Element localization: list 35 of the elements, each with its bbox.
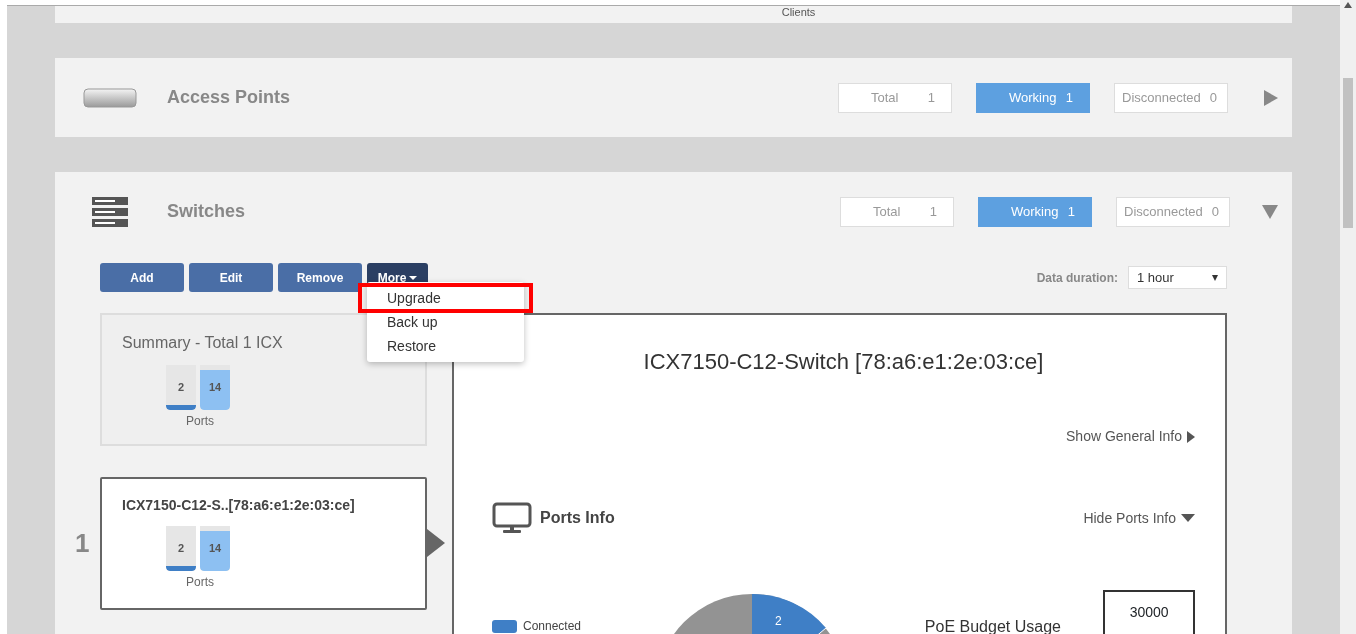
monitor-icon: [492, 502, 532, 534]
show-general-info-link[interactable]: Show General Info: [1066, 426, 1182, 447]
section-title: Access Points: [167, 86, 292, 109]
duration-select[interactable]: 1 hour: [1128, 266, 1227, 289]
pie-slice-label: 2: [775, 613, 782, 630]
triangle-right-icon: [1187, 430, 1195, 443]
ports-info-title: Ports Info: [540, 508, 616, 528]
legend-label: Connected: [523, 618, 582, 634]
triangle-down-icon: [1181, 514, 1195, 522]
device-title: ICX7150-C12-Switch [78:a6:e1:2e:03:ce]: [642, 348, 1045, 376]
ports-caption: Ports: [186, 413, 215, 430]
clients-label: Clients: [781, 6, 816, 18]
device-index: 1: [75, 527, 91, 560]
status-counter[interactable]: Disconnected 0: [1116, 196, 1230, 227]
expand-triangle-icon[interactable]: [1264, 89, 1278, 106]
toolbar-button[interactable]: Add: [100, 263, 184, 292]
server-stack-icon: [91, 195, 129, 228]
collapse-triangle-icon[interactable]: [1262, 204, 1278, 219]
meter-value: 2: [176, 541, 186, 556]
scroll-up-arrow-icon[interactable]: [1344, 2, 1352, 8]
toolbar-button[interactable]: Remove: [278, 263, 362, 292]
duration-label: Data duration:: [1036, 269, 1118, 287]
meter-value: 14: [207, 380, 223, 395]
status-counter[interactable]: Disconnected 0: [1114, 82, 1228, 113]
meter-value: 2: [176, 380, 186, 395]
ports-caption: Ports: [186, 574, 215, 591]
section-title: Switches: [167, 200, 247, 223]
hide-ports-info-link[interactable]: Hide Ports Info: [1083, 507, 1176, 529]
poe-value-field: 30000: [1103, 590, 1195, 634]
toolbar-button[interactable]: Edit: [189, 263, 273, 292]
meter-value: 14: [207, 541, 223, 556]
access-point-icon: [83, 87, 137, 108]
device-name: ICX7150-C12-S..[78:a6:e1:2e:03:ce]: [122, 496, 356, 515]
scrollbar-thumb[interactable]: [1343, 78, 1353, 228]
device-card[interactable]: ICX7150-C12-S..[78:a6:e1:2e:03:ce] 2 14 Ports: [100, 477, 427, 610]
